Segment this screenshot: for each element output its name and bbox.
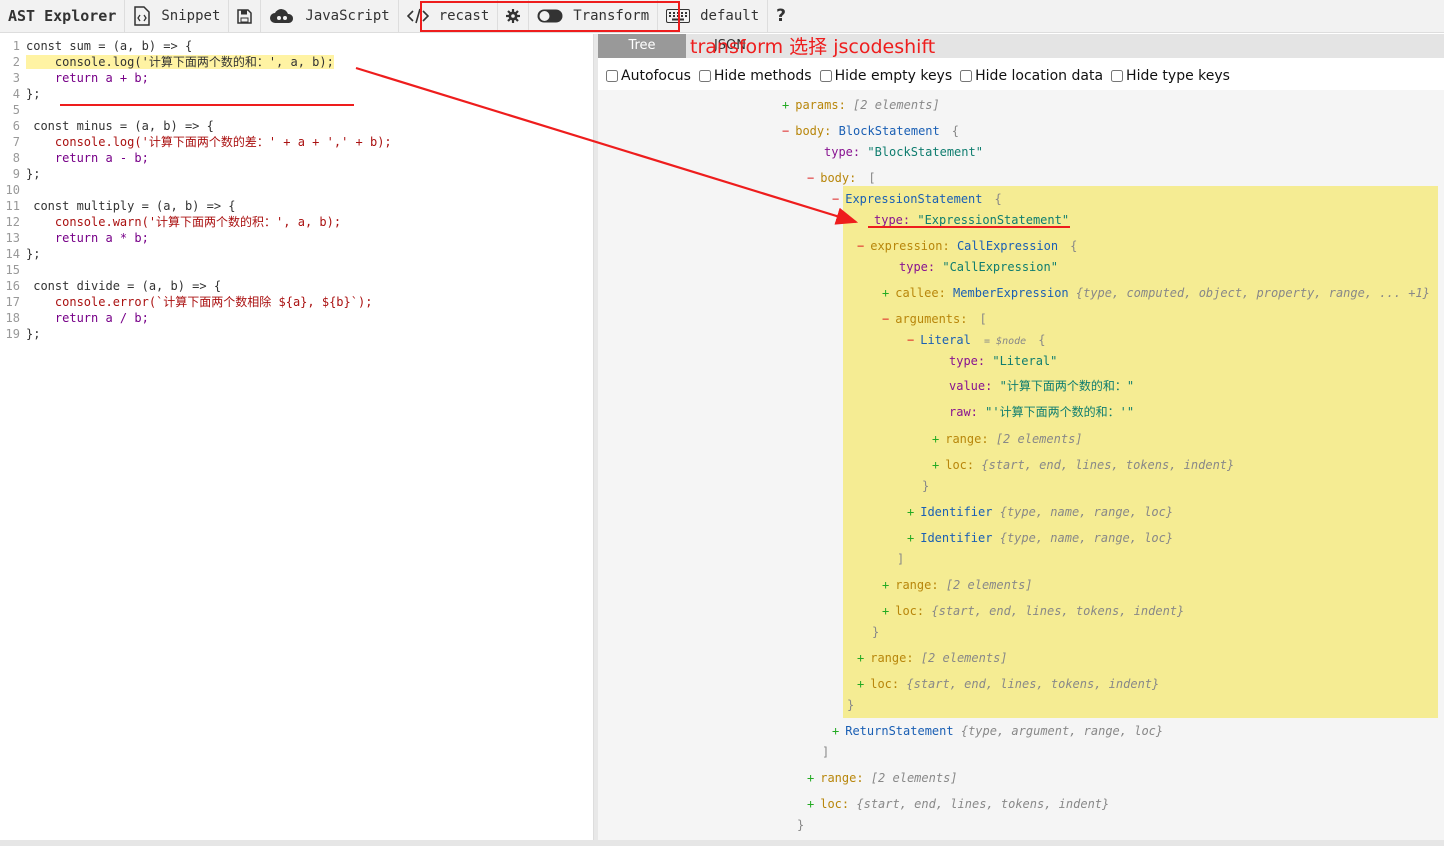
- tab-tree[interactable]: Tree: [598, 34, 686, 58]
- tree-node-callee[interactable]: + callee: MemberExpression {type, compute…: [882, 284, 1430, 302]
- tab-json[interactable]: JSON: [690, 34, 770, 58]
- code-line: 17 console.error(`计算下面两个数相除 ${a}, ${b}`)…: [5, 295, 373, 309]
- file-code-icon: [133, 6, 151, 26]
- code-line: 6 const minus = (a, b) => {: [12, 119, 214, 133]
- tree-bracket: ]: [897, 552, 905, 566]
- tree-node-expression-statement[interactable]: − ExpressionStatement{: [832, 190, 1002, 208]
- tree-node-expression[interactable]: − expression: CallExpression{: [857, 237, 1077, 255]
- toggle-icon: [537, 9, 563, 23]
- tree-node-identifier[interactable]: + Identifier {type, name, range, loc}: [907, 503, 1173, 521]
- code-line: 13 return a * b;: [5, 231, 149, 245]
- ast-tree: + params: [2 elements] − body: BlockStatem…: [598, 90, 1444, 840]
- code-line: 8 return a - b;: [12, 151, 149, 165]
- code-icon: [406, 8, 429, 24]
- tree-options: Autofocus Hide methods Hide empty keys H…: [606, 66, 1238, 86]
- language-select[interactable]: JavaScript: [261, 0, 399, 32]
- autofocus-checkbox[interactable]: [606, 70, 618, 82]
- tree-node-range[interactable]: + range: [2 elements]: [857, 649, 1008, 667]
- transform-label: Transform: [573, 8, 650, 24]
- status-bar: [0, 840, 1444, 846]
- tree-node-range[interactable]: + range: [2 elements]: [807, 769, 958, 787]
- parser-label: recast: [438, 8, 490, 24]
- help-button[interactable]: ?: [768, 0, 794, 32]
- annotation-underline: [60, 104, 354, 106]
- tree-prop-type: type: "Literal": [949, 354, 1058, 368]
- hide-methods-checkbox[interactable]: [698, 70, 711, 82]
- snippet-button[interactable]: Snippet: [125, 0, 230, 32]
- code-line: 11 const multiply = (a, b) => {: [5, 199, 236, 213]
- code-line: 7 console.log('计算下面两个数的差：' + a + ',' + b…: [12, 135, 392, 149]
- code-line: 19};: [5, 327, 41, 341]
- transform-toggle[interactable]: Transform: [529, 0, 659, 32]
- code-line: 15: [5, 263, 20, 277]
- tree-prop-type: type: "CallExpression": [899, 260, 1058, 274]
- keymap-select[interactable]: default: [658, 0, 769, 32]
- code-line: 18 return a / b;: [5, 311, 149, 325]
- hide-type-keys-checkbox[interactable]: [1111, 70, 1124, 82]
- tree-prop-value: value: "计算下面两个数的和：": [949, 379, 1135, 393]
- annotation-underline: [868, 226, 1070, 228]
- tree-node-body[interactable]: − body: BlockStatement{: [782, 122, 959, 140]
- hide-location-data-option[interactable]: Hide location data: [960, 68, 1103, 84]
- app-logo: AST Explorer: [0, 0, 126, 32]
- tree-bracket: ]: [822, 745, 830, 759]
- tree-brace: }: [922, 479, 930, 493]
- tree-brace: }: [872, 625, 880, 639]
- tree-brace: }: [797, 818, 805, 832]
- code-line: 4};: [12, 87, 41, 101]
- autofocus-option[interactable]: Autofocus: [606, 68, 691, 84]
- hide-methods-option[interactable]: Hide methods: [698, 68, 812, 84]
- code-line: 1 const sum = (a, b) => {: [12, 39, 193, 53]
- code-line: 9};: [12, 167, 41, 181]
- tree-node-body-array[interactable]: − body:[: [807, 169, 876, 187]
- tree-prop-type: type: "BlockStatement": [824, 145, 983, 159]
- code-line: 3 return a + b;: [12, 71, 149, 85]
- code-line: 12 console.warn('计算下面两个数的积：', a, b);: [5, 215, 342, 229]
- save-icon: [237, 8, 253, 24]
- tree-node-loc[interactable]: + loc: {start, end, lines, tokens, indent…: [807, 795, 1109, 813]
- highlighted-code: console.log('计算下面两个数的和：', a, b);: [26, 55, 334, 69]
- gear-icon: [506, 9, 521, 23]
- tree-node-literal[interactable]: − Literal = $node{: [907, 331, 1045, 349]
- tree-node-identifier[interactable]: + Identifier {type, name, range, loc}: [907, 529, 1173, 547]
- view-tabs: Tree JSON transform 选择 jscodeshift: [598, 34, 1444, 58]
- help-icon: ?: [776, 6, 787, 26]
- parser-settings-button[interactable]: [498, 0, 530, 32]
- code-editor[interactable]: 1 const sum = (a, b) => { 2 console.log('…: [0, 34, 594, 840]
- parser-select[interactable]: recast: [399, 0, 499, 32]
- hide-location-data-checkbox[interactable]: [960, 70, 973, 82]
- ast-panel: Tree JSON transform 选择 jscodeshift Autof…: [598, 34, 1444, 840]
- hide-empty-keys-option[interactable]: Hide empty keys: [819, 68, 952, 84]
- tree-node-return-statement[interactable]: + ReturnStatement {type, argument, range,…: [832, 722, 1163, 740]
- keyboard-icon: [666, 9, 691, 23]
- code-line: 10: [5, 183, 20, 197]
- hide-empty-keys-checkbox[interactable]: [819, 70, 832, 82]
- tree-node-loc[interactable]: + loc: {start, end, lines, tokens, indent…: [882, 602, 1184, 620]
- cloud-icon: [269, 7, 295, 25]
- save-button[interactable]: [229, 0, 262, 32]
- keymap-label: default: [700, 8, 760, 24]
- code-line: 2 console.log('计算下面两个数的和：', a, b);: [12, 55, 334, 69]
- tree-node-loc[interactable]: + loc: {start, end, lines, tokens, indent…: [932, 456, 1234, 474]
- language-label: JavaScript: [305, 8, 390, 24]
- tree-node-loc[interactable]: + loc: {start, end, lines, tokens, indent…: [857, 675, 1159, 693]
- toolbar: AST Explorer Snippet JavaScript recast T…: [0, 0, 1444, 33]
- tree-brace: }: [847, 698, 855, 712]
- tree-node-params[interactable]: + params: [2 elements]: [782, 96, 940, 114]
- hide-type-keys-option[interactable]: Hide type keys: [1111, 68, 1230, 84]
- code-line: 14};: [5, 247, 41, 261]
- tree-prop-raw: raw: "'计算下面两个数的和：'": [949, 405, 1135, 419]
- snippet-label: Snippet: [161, 8, 221, 24]
- code-line: 16 const divide = (a, b) => {: [5, 279, 222, 293]
- tree-node-range[interactable]: + range: [2 elements]: [882, 576, 1033, 594]
- tree-node-range[interactable]: + range: [2 elements]: [932, 430, 1083, 448]
- tree-node-arguments[interactable]: − arguments:[: [882, 310, 987, 328]
